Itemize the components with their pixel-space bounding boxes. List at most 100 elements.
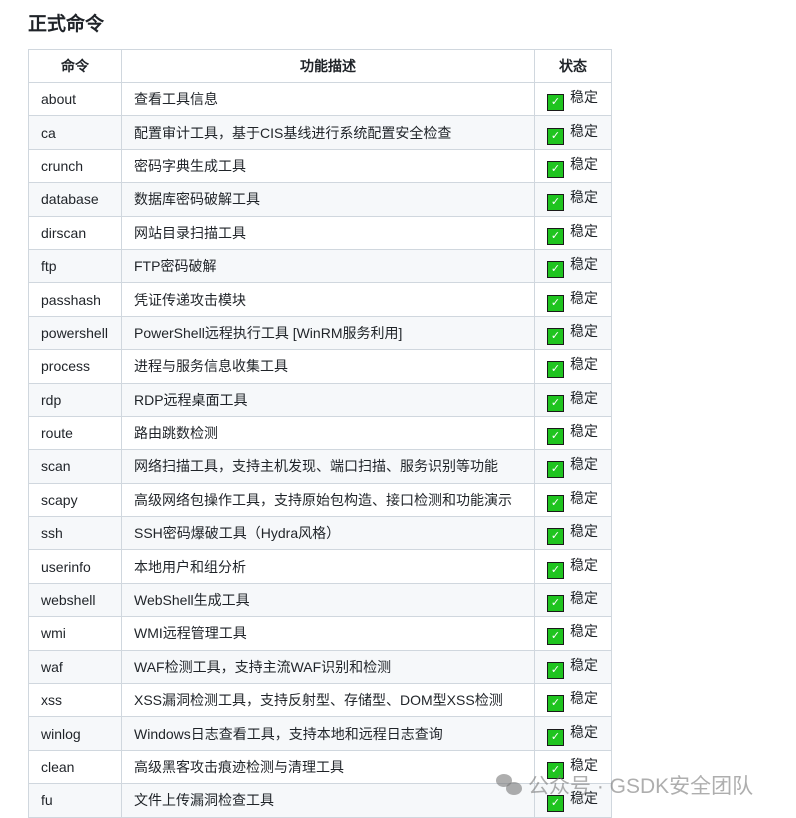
description-cell: Windows日志查看工具，支持本地和远程日志查询 — [121, 716, 535, 751]
status-cell: ✓ 稳定 — [534, 349, 612, 384]
table-row: wmi WMI远程管理工具 ✓ 稳定 — [28, 616, 612, 651]
status-label: 稳定 — [570, 690, 598, 707]
description-cell: WAF检测工具，支持主流WAF识别和检测 — [121, 649, 535, 685]
table-row: dirscan 网站目录扫描工具 ✓ 稳定 — [28, 215, 612, 250]
status-label: 稳定 — [570, 723, 598, 740]
check-icon: ✓ — [547, 494, 564, 512]
status-label: 稳定 — [570, 556, 598, 573]
status-cell: ✓ 稳定 — [534, 449, 612, 484]
description-cell: 路由跳数检测 — [121, 415, 535, 451]
command-cell: xss — [28, 683, 122, 718]
description-cell: 凭证传递攻击模块 — [121, 282, 535, 317]
command-cell: rdp — [28, 382, 122, 417]
command-cell: dirscan — [28, 215, 122, 250]
check-icon: ✓ — [547, 695, 564, 713]
table-row: webshell WebShell生成工具 ✓ 稳定 — [28, 582, 612, 618]
check-icon: ✓ — [547, 194, 564, 212]
command-cell: waf — [28, 649, 122, 685]
status-label: 稳定 — [570, 456, 598, 473]
check-icon: ✓ — [547, 361, 564, 379]
status-cell: ✓ 稳定 — [534, 549, 612, 584]
section-title: 正式命令 — [28, 14, 105, 35]
status-label: 稳定 — [570, 623, 598, 640]
status-cell: ✓ 稳定 — [534, 516, 612, 551]
table-row: passhash 凭证传递攻击模块 ✓ 稳定 — [28, 282, 612, 317]
status-cell: ✓ 稳定 — [534, 582, 612, 618]
description-cell: 进程与服务信息收集工具 — [121, 349, 535, 384]
table-row: winlog Windows日志查看工具，支持本地和远程日志查询 ✓ 稳定 — [28, 716, 612, 751]
status-cell: ✓ 稳定 — [534, 215, 612, 250]
description-cell: 高级网络包操作工具，支持原始包构造、接口检测和功能演示 — [121, 482, 535, 518]
check-icon: ✓ — [547, 127, 564, 145]
command-cell: process — [28, 349, 122, 384]
status-cell: ✓ 稳定 — [534, 81, 612, 117]
check-icon: ✓ — [547, 628, 564, 646]
status-label: 稳定 — [570, 189, 598, 206]
command-cell: clean — [28, 749, 122, 785]
check-icon: ✓ — [547, 561, 564, 579]
table-row: powershell PowerShell远程执行工具 [WinRM服务利用] … — [28, 315, 612, 351]
status-label: 稳定 — [570, 489, 598, 506]
description-cell: 网络扫描工具，支持主机发现、端口扫描、服务识别等功能 — [121, 449, 535, 484]
status-cell: ✓ 稳定 — [534, 716, 612, 751]
table-row: ftp FTP密码破解 ✓ 稳定 — [28, 248, 612, 284]
command-cell: ftp — [28, 248, 122, 284]
check-icon: ✓ — [547, 227, 564, 245]
status-label: 稳定 — [570, 122, 598, 139]
status-label: 稳定 — [570, 222, 598, 239]
check-icon: ✓ — [547, 461, 564, 479]
table-row: scan 网络扫描工具，支持主机发现、端口扫描、服务识别等功能 ✓ 稳定 — [28, 449, 612, 484]
check-icon: ✓ — [547, 294, 564, 312]
description-cell: 密码字典生成工具 — [121, 148, 535, 184]
status-cell: ✓ 稳定 — [534, 616, 612, 651]
description-cell: 数据库密码破解工具 — [121, 182, 535, 217]
description-cell: 配置审计工具，基于CIS基线进行系统配置安全检查 — [121, 115, 535, 150]
header-status: 状态 — [534, 49, 612, 83]
check-icon: ✓ — [547, 94, 564, 112]
description-cell: 高级黑客攻击痕迹检测与清理工具 — [121, 749, 535, 785]
table-row: crunch 密码字典生成工具 ✓ 稳定 — [28, 148, 612, 184]
command-cell: powershell — [28, 315, 122, 351]
status-cell: ✓ 稳定 — [534, 148, 612, 184]
check-icon: ✓ — [547, 728, 564, 746]
description-cell: 文件上传漏洞检查工具 — [121, 783, 535, 818]
command-cell: webshell — [28, 582, 122, 618]
table-row: xss XSS漏洞检测工具，支持反射型、存储型、DOM型XSS检测 ✓ 稳定 — [28, 683, 612, 718]
description-cell: PowerShell远程执行工具 [WinRM服务利用] — [121, 315, 535, 351]
check-icon: ✓ — [547, 261, 564, 279]
command-cell: database — [28, 182, 122, 217]
status-cell: ✓ 稳定 — [534, 415, 612, 451]
check-icon: ✓ — [547, 394, 564, 412]
status-label: 稳定 — [570, 322, 598, 339]
command-cell: userinfo — [28, 549, 122, 584]
description-cell: 网站目录扫描工具 — [121, 215, 535, 250]
table-row: scapy 高级网络包操作工具，支持原始包构造、接口检测和功能演示 ✓ 稳定 — [28, 482, 612, 518]
status-label: 稳定 — [570, 389, 598, 406]
command-cell: ssh — [28, 516, 122, 551]
status-label: 稳定 — [570, 356, 598, 373]
command-cell: scan — [28, 449, 122, 484]
check-icon: ✓ — [547, 428, 564, 446]
command-cell: crunch — [28, 148, 122, 184]
wechat-icon — [496, 774, 522, 796]
header-description: 功能描述 — [121, 49, 535, 83]
description-cell: SSH密码爆破工具（Hydra风格） — [121, 516, 535, 551]
status-label: 稳定 — [570, 289, 598, 306]
command-cell: route — [28, 415, 122, 451]
check-icon: ✓ — [547, 327, 564, 345]
command-cell: winlog — [28, 716, 122, 751]
description-cell: XSS漏洞检测工具，支持反射型、存储型、DOM型XSS检测 — [121, 683, 535, 718]
status-cell: ✓ 稳定 — [534, 115, 612, 150]
description-cell: FTP密码破解 — [121, 248, 535, 284]
command-cell: fu — [28, 783, 122, 818]
table-row: waf WAF检测工具，支持主流WAF识别和检测 ✓ 稳定 — [28, 649, 612, 685]
status-cell: ✓ 稳定 — [534, 649, 612, 685]
command-cell: scapy — [28, 482, 122, 518]
status-label: 稳定 — [570, 523, 598, 540]
watermark: 公众号 · GSDK安全团队 — [496, 770, 753, 800]
table-row: route 路由跳数检测 ✓ 稳定 — [28, 415, 612, 451]
check-icon: ✓ — [547, 160, 564, 178]
table-row: rdp RDP远程桌面工具 ✓ 稳定 — [28, 382, 612, 417]
status-cell: ✓ 稳定 — [534, 248, 612, 284]
command-cell: passhash — [28, 282, 122, 317]
